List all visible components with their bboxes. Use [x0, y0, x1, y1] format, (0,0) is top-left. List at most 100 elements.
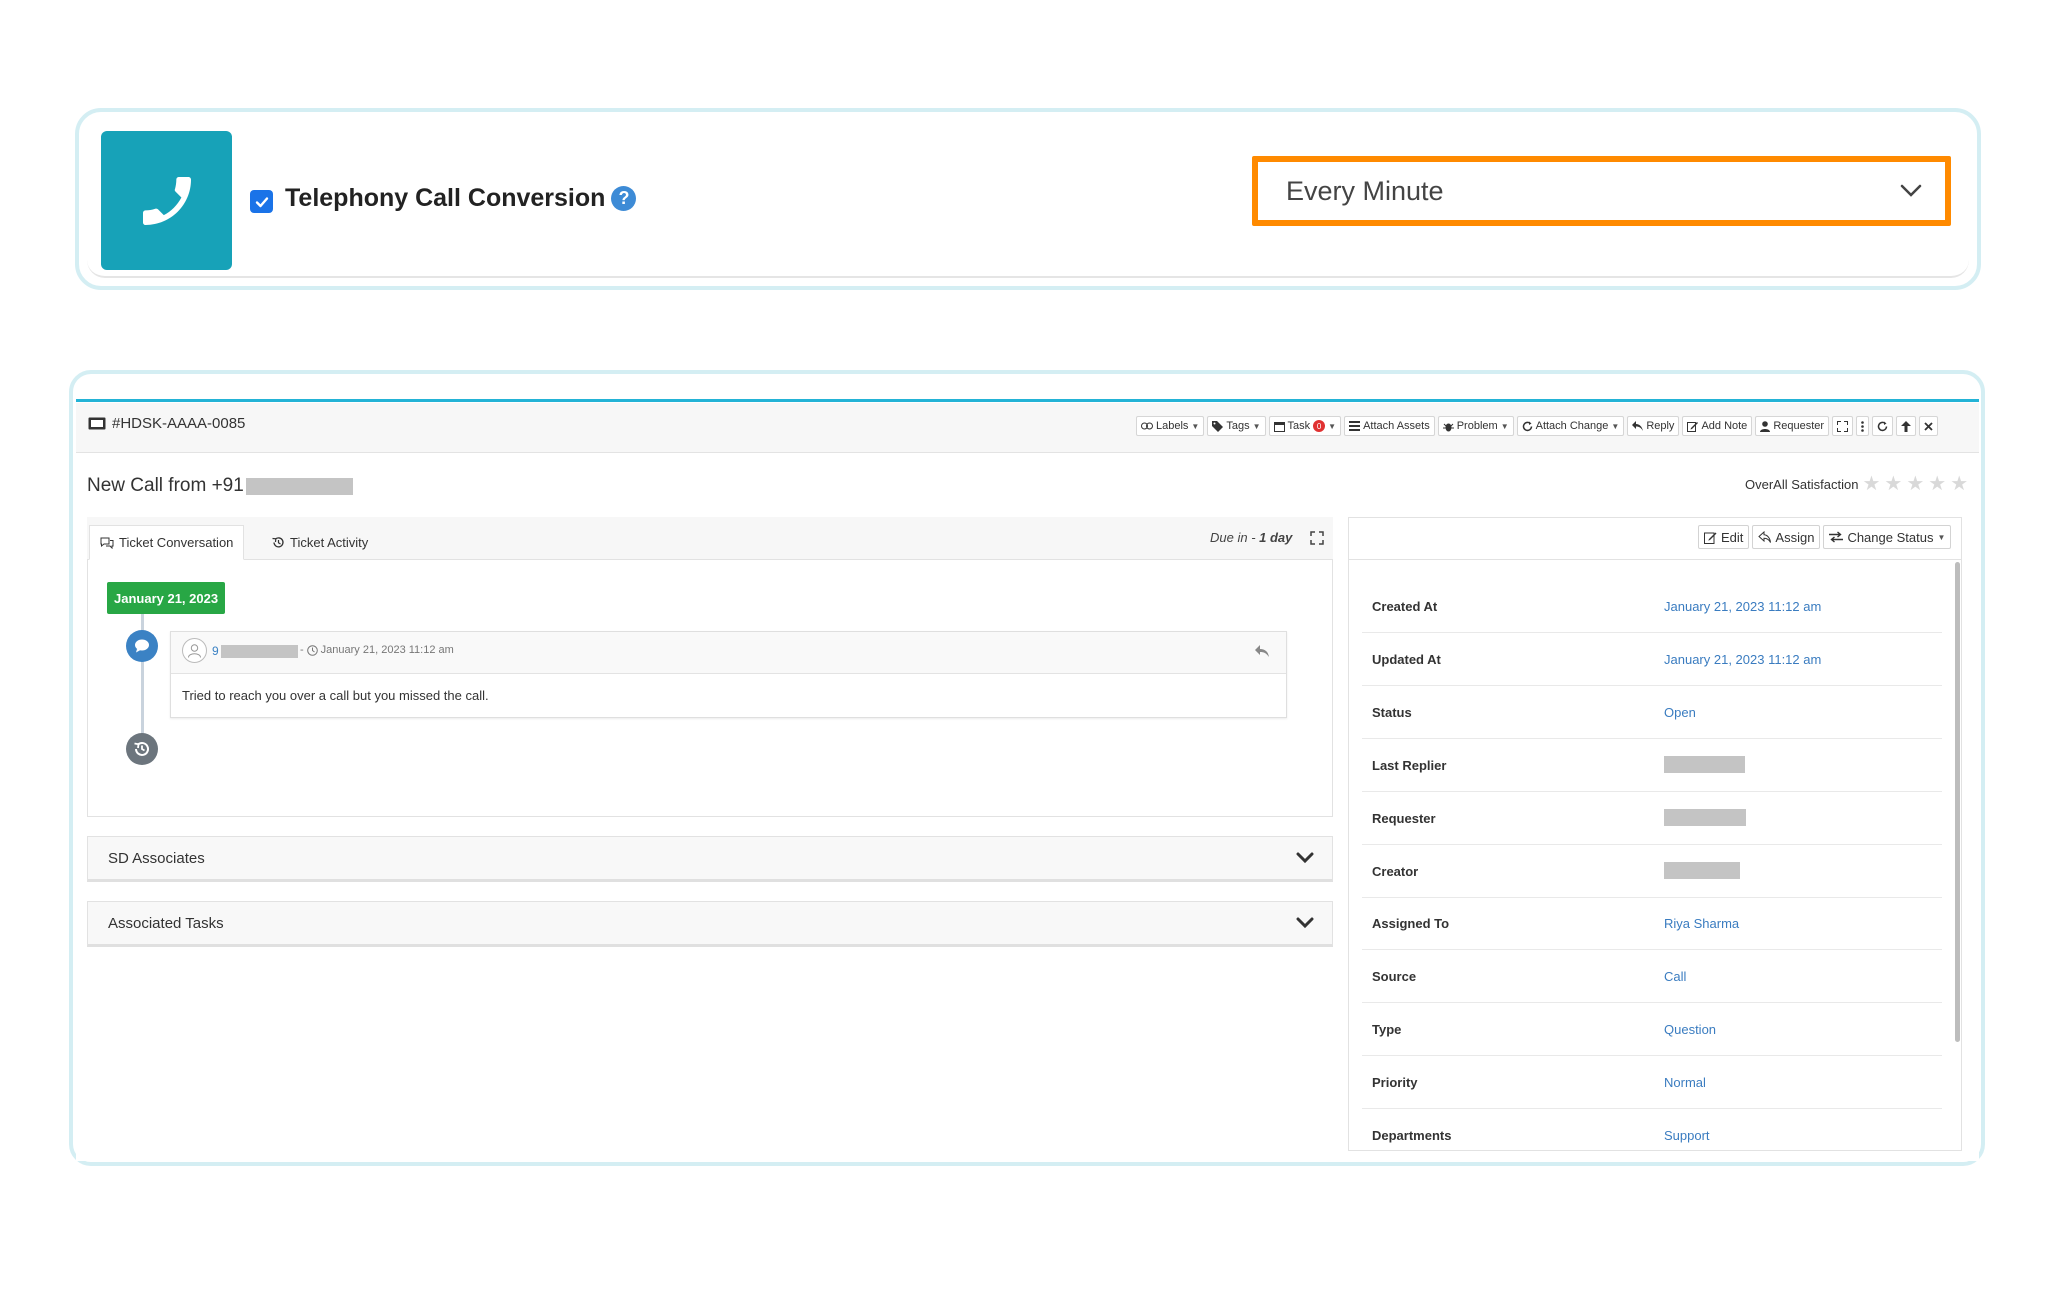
- message-author-prefix: 9: [212, 644, 219, 658]
- detail-value: January 21, 2023 11:12 am: [1664, 599, 1822, 614]
- labels-button-label: Labels: [1156, 420, 1189, 432]
- detail-row-requester: Requester: [1362, 793, 1942, 845]
- detail-value: Question: [1664, 1022, 1717, 1037]
- message-timestamp: January 21, 2023 11:12 am: [320, 644, 454, 656]
- more-vertical-icon: [1861, 420, 1864, 432]
- history-icon: [272, 537, 284, 548]
- detail-row-created-at: Created At January 21, 2023 11:12 am: [1362, 581, 1942, 633]
- frequency-select-value: Every Minute: [1286, 175, 1444, 206]
- sd-associates-accordion[interactable]: SD Associates: [87, 836, 1333, 882]
- due-value: 1 day: [1259, 530, 1293, 545]
- detail-value[interactable]: Riya Sharma: [1664, 916, 1739, 931]
- overall-satisfaction: OverAll Satisfaction ★ ★ ★ ★ ★: [1745, 474, 1968, 494]
- tab-ticket-activity[interactable]: Ticket Activity: [262, 525, 378, 560]
- attach-change-button[interactable]: Attach Change ▼: [1516, 416, 1625, 436]
- problem-button-label: Problem: [1456, 420, 1498, 432]
- close-button[interactable]: [1919, 416, 1939, 436]
- details-action-buttons: Edit Assign Change Status ▼: [1698, 525, 1952, 549]
- change-status-button[interactable]: Change Status ▼: [1823, 525, 1952, 549]
- ticket-title: New Call from +91: [87, 475, 353, 497]
- task-button[interactable]: Task 0 ▼: [1268, 416, 1342, 436]
- problem-button[interactable]: Problem ▼: [1437, 416, 1514, 436]
- labels-button[interactable]: Labels ▼: [1136, 416, 1205, 436]
- detail-label: Departments: [1372, 1128, 1452, 1143]
- caret-down-icon: ▼: [1500, 421, 1509, 431]
- link-icon: [1141, 422, 1153, 430]
- timeline-history-marker: [126, 733, 158, 765]
- add-note-button[interactable]: Add Note: [1682, 416, 1753, 436]
- detail-label: Created At: [1372, 599, 1438, 614]
- bug-icon: [1442, 423, 1454, 431]
- edit-button[interactable]: Edit: [1698, 525, 1750, 549]
- star-icon[interactable]: ★: [1906, 474, 1924, 494]
- details-scrollbar[interactable]: [1955, 562, 1960, 1042]
- tab-ticket-conversation[interactable]: Ticket Conversation: [89, 525, 245, 560]
- caret-down-icon: ▼: [1937, 532, 1946, 542]
- detail-label: Priority: [1372, 1075, 1418, 1090]
- chevron-down-icon: [1296, 852, 1314, 864]
- phone-icon: [142, 176, 191, 225]
- telephony-enable-checkbox[interactable]: [250, 190, 273, 213]
- edit-icon: [1687, 421, 1699, 432]
- detail-label: Status: [1372, 705, 1412, 720]
- detail-row-priority: Priority Normal: [1362, 1057, 1942, 1109]
- user-icon: [188, 644, 201, 658]
- star-icon[interactable]: ★: [1928, 474, 1946, 494]
- message-author[interactable]: 9: [212, 644, 298, 658]
- user-icon: [1760, 420, 1771, 432]
- ticket-id-row: #HDSK-AAAA-0085: [88, 415, 245, 432]
- attach-assets-button[interactable]: Attach Assets: [1344, 416, 1435, 436]
- reply-button-label: Reply: [1646, 420, 1675, 432]
- chevron-down-icon: [1296, 917, 1314, 929]
- detail-label: Requester: [1372, 811, 1436, 826]
- share-icon: [1758, 531, 1772, 543]
- reply-icon[interactable]: [1255, 645, 1269, 657]
- comments-icon: [100, 537, 114, 549]
- ticket-title-text: New Call from +91: [87, 475, 244, 496]
- edit-icon: [1704, 532, 1717, 544]
- timeline-date-badge: January 21, 2023: [107, 582, 226, 614]
- detail-row-status: Status Open: [1362, 687, 1942, 739]
- star-icon[interactable]: ★: [1950, 474, 1968, 494]
- due-prefix: Due in -: [1210, 530, 1260, 545]
- tags-button[interactable]: Tags ▼: [1207, 416, 1266, 436]
- task-button-label: Task: [1287, 420, 1311, 432]
- detail-row-departments: Departments Support: [1362, 1110, 1942, 1162]
- requester-button-label: Requester: [1773, 420, 1825, 432]
- requester-button[interactable]: Requester: [1755, 416, 1830, 436]
- close-icon: [1924, 421, 1933, 431]
- history-icon: [134, 741, 149, 756]
- expand-icon[interactable]: [1310, 531, 1324, 545]
- assign-button[interactable]: Assign: [1752, 525, 1821, 549]
- attach-assets-button-label: Attach Assets: [1363, 420, 1430, 432]
- caret-down-icon: ▼: [1328, 421, 1337, 431]
- list-icon: [1349, 421, 1361, 431]
- scroll-top-button[interactable]: [1896, 416, 1917, 436]
- message-meta: - January 21, 2023 11:12 am: [300, 644, 454, 656]
- exchange-icon: [1829, 531, 1844, 543]
- due-indicator: Due in - 1 day: [1210, 530, 1292, 545]
- redacted-author: [220, 644, 298, 658]
- calendar-icon: [1273, 421, 1285, 432]
- star-icon[interactable]: ★: [1862, 474, 1880, 494]
- reply-button[interactable]: Reply: [1627, 416, 1680, 436]
- add-note-button-label: Add Note: [1701, 420, 1748, 432]
- detail-value: Open: [1664, 705, 1696, 720]
- refresh-button[interactable]: [1872, 416, 1894, 436]
- check-icon: [255, 196, 268, 207]
- ticket-toolbar: Labels ▼ Tags ▼ Task 0 ▼ Attach Assets P…: [1136, 416, 1939, 436]
- help-icon[interactable]: ?: [611, 186, 637, 211]
- detail-value: Normal: [1664, 1075, 1706, 1090]
- detail-row-assigned-to: Assigned To Riya Sharma: [1362, 898, 1942, 950]
- associated-tasks-accordion[interactable]: Associated Tasks: [87, 901, 1333, 947]
- frequency-select[interactable]: Every Minute: [1252, 156, 1951, 226]
- edit-button-label: Edit: [1721, 529, 1744, 545]
- more-options-button[interactable]: [1856, 416, 1870, 436]
- detail-row-type: Type Question: [1362, 1004, 1942, 1056]
- refresh-icon: [1877, 421, 1888, 431]
- fullscreen-button[interactable]: [1832, 416, 1854, 436]
- telephony-title: Telephony Call Conversion: [285, 184, 606, 212]
- star-icon[interactable]: ★: [1884, 474, 1902, 494]
- chat-icon: [135, 639, 149, 653]
- ticket-id: #HDSK-AAAA-0085: [112, 415, 246, 432]
